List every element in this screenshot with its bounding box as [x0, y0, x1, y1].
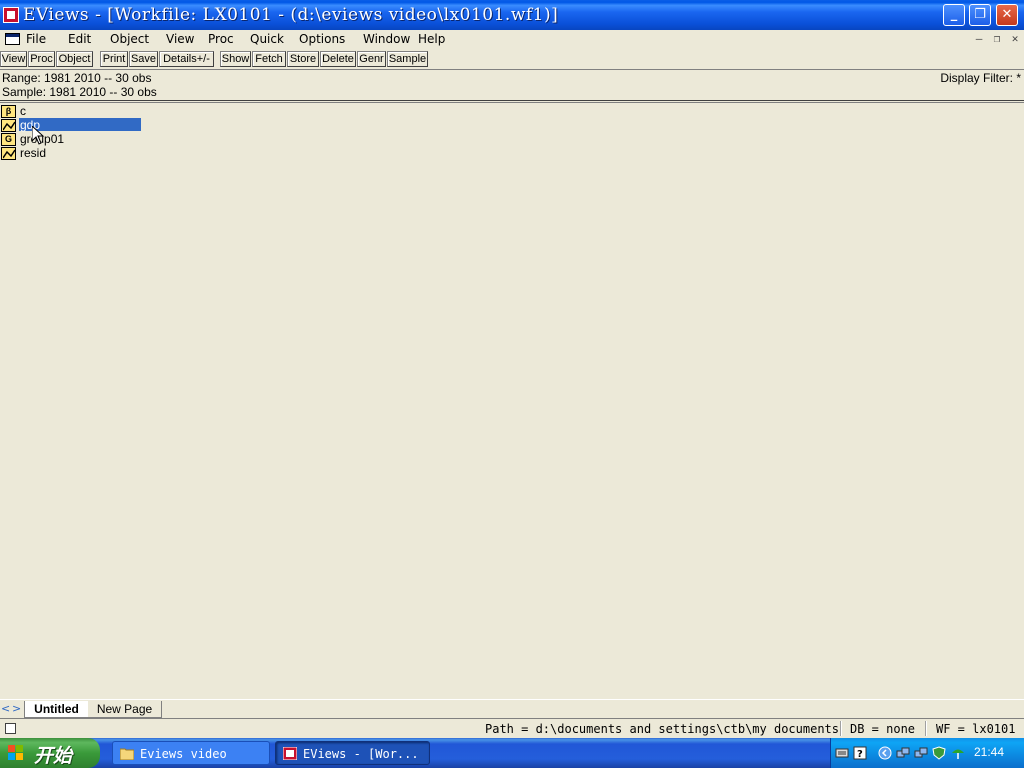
- toolbar-save-button[interactable]: Save: [129, 51, 158, 67]
- toolbar-print-button[interactable]: Print: [100, 51, 128, 67]
- status-divider: [840, 721, 841, 736]
- help-icon[interactable]: ?: [853, 746, 867, 760]
- menu-view[interactable]: View: [166, 32, 194, 46]
- menu-file[interactable]: File: [26, 32, 46, 46]
- mouse-cursor-icon: [32, 126, 44, 145]
- menu-window[interactable]: Window: [363, 32, 410, 46]
- object-name: c: [20, 104, 26, 118]
- status-path: Path = d:\documents and settings\ctb\my …: [485, 722, 840, 736]
- taskbar-item-eviews[interactable]: EViews - [Wor...: [275, 741, 430, 765]
- system-tray: ? 21:44: [830, 738, 1024, 768]
- title-bar[interactable]: EViews - [Workfile: LX0101 - (d:\eviews …: [0, 0, 1024, 30]
- toolbar-store-button[interactable]: Store: [287, 51, 319, 67]
- security-shield-icon[interactable]: [932, 746, 946, 760]
- menu-object[interactable]: Object: [110, 32, 149, 46]
- menu-proc[interactable]: Proc: [208, 32, 234, 46]
- taskbar-item-label: Eviews video: [140, 747, 227, 761]
- status-divider: [925, 721, 926, 736]
- status-checkbox[interactable]: [5, 723, 16, 734]
- toolbar-view-button[interactable]: View: [0, 51, 27, 67]
- eviews-icon: [283, 747, 297, 760]
- toolbar-details-button[interactable]: Details+/-: [159, 51, 214, 67]
- chevron-left-icon[interactable]: [878, 746, 892, 760]
- toolbar-genr-button[interactable]: Genr: [357, 51, 386, 67]
- object-item-gdp[interactable]: gdp: [0, 118, 142, 132]
- object-name: resid: [20, 146, 47, 160]
- taskbar-item-label: EViews - [Wor...: [303, 747, 419, 761]
- info-divider-shadow: [0, 102, 1024, 103]
- svg-text:?: ?: [857, 749, 863, 760]
- menu-bar: File Edit Object View Proc Quick Options…: [0, 30, 1024, 49]
- menu-quick[interactable]: Quick: [250, 32, 284, 46]
- sample-info[interactable]: Sample: 1981 2010 -- 30 obs: [2, 85, 157, 99]
- umbrella-icon[interactable]: [951, 746, 965, 760]
- close-button[interactable]: ✕: [996, 4, 1018, 26]
- mdi-close-button[interactable]: ✕: [1008, 32, 1022, 46]
- page-tab-bar: < > Untitled New Page: [0, 699, 1024, 718]
- network-icon[interactable]: [896, 746, 910, 760]
- toolbar-delete-button[interactable]: Delete: [320, 51, 356, 67]
- toolbar-show-button[interactable]: Show: [220, 51, 251, 67]
- series-icon: [1, 119, 16, 132]
- group-icon: G: [1, 133, 16, 146]
- windows-taskbar: 开始 Eviews video EViews - [Wor... ? 21:44: [0, 738, 1024, 768]
- status-wf: WF = lx0101: [936, 722, 1016, 736]
- tab-scroll-right-icon[interactable]: >: [12, 703, 21, 715]
- start-button[interactable]: 开始: [0, 738, 100, 768]
- series-icon: [1, 147, 16, 160]
- status-bar: Path = d:\documents and settings\ctb\my …: [0, 718, 1024, 738]
- object-item-c[interactable]: β c: [0, 104, 142, 118]
- document-window-icon[interactable]: [5, 33, 20, 45]
- eviews-app-icon[interactable]: [3, 7, 19, 23]
- info-divider: [0, 100, 1024, 101]
- toolbar-fetch-button[interactable]: Fetch: [252, 51, 286, 67]
- maximize-button[interactable]: ❐: [969, 4, 991, 26]
- clock[interactable]: 21:44: [974, 745, 1004, 759]
- status-db: DB = none: [850, 722, 916, 736]
- start-label: 开始: [34, 745, 73, 767]
- network-icon[interactable]: [914, 746, 928, 760]
- tab-new-page[interactable]: New Page: [88, 701, 162, 718]
- window-title: EViews - [Workfile: LX0101 - (d:\eviews …: [23, 5, 559, 25]
- folder-icon: [120, 748, 134, 760]
- mdi-minimize-button[interactable]: –: [972, 32, 986, 46]
- range-info[interactable]: Range: 1981 2010 -- 30 obs: [2, 71, 151, 85]
- display-filter[interactable]: Display Filter: *: [940, 71, 1021, 85]
- toolbar-sample-button[interactable]: Sample: [387, 51, 428, 67]
- object-item-group01[interactable]: G group01: [0, 132, 142, 146]
- menu-edit[interactable]: Edit: [68, 32, 91, 46]
- windows-logo-icon: [8, 745, 23, 760]
- tab-untitled[interactable]: Untitled: [24, 701, 88, 718]
- tab-scroll-left-icon[interactable]: <: [1, 703, 10, 715]
- menu-help[interactable]: Help: [418, 32, 445, 46]
- coefficient-icon: β: [1, 105, 16, 118]
- mdi-restore-button[interactable]: ❐: [990, 32, 1004, 46]
- toolbar-divider: [0, 69, 1024, 70]
- keyboard-icon[interactable]: [835, 746, 849, 760]
- menu-options[interactable]: Options: [299, 32, 345, 46]
- minimize-button[interactable]: _: [943, 4, 965, 26]
- workfile-toolbar: View Proc Object Print Save Details+/- S…: [0, 50, 1024, 69]
- taskbar-item-eviews-video[interactable]: Eviews video: [112, 741, 270, 765]
- object-item-resid[interactable]: resid: [0, 146, 142, 160]
- toolbar-proc-button[interactable]: Proc: [28, 51, 55, 67]
- toolbar-object-button[interactable]: Object: [56, 51, 93, 67]
